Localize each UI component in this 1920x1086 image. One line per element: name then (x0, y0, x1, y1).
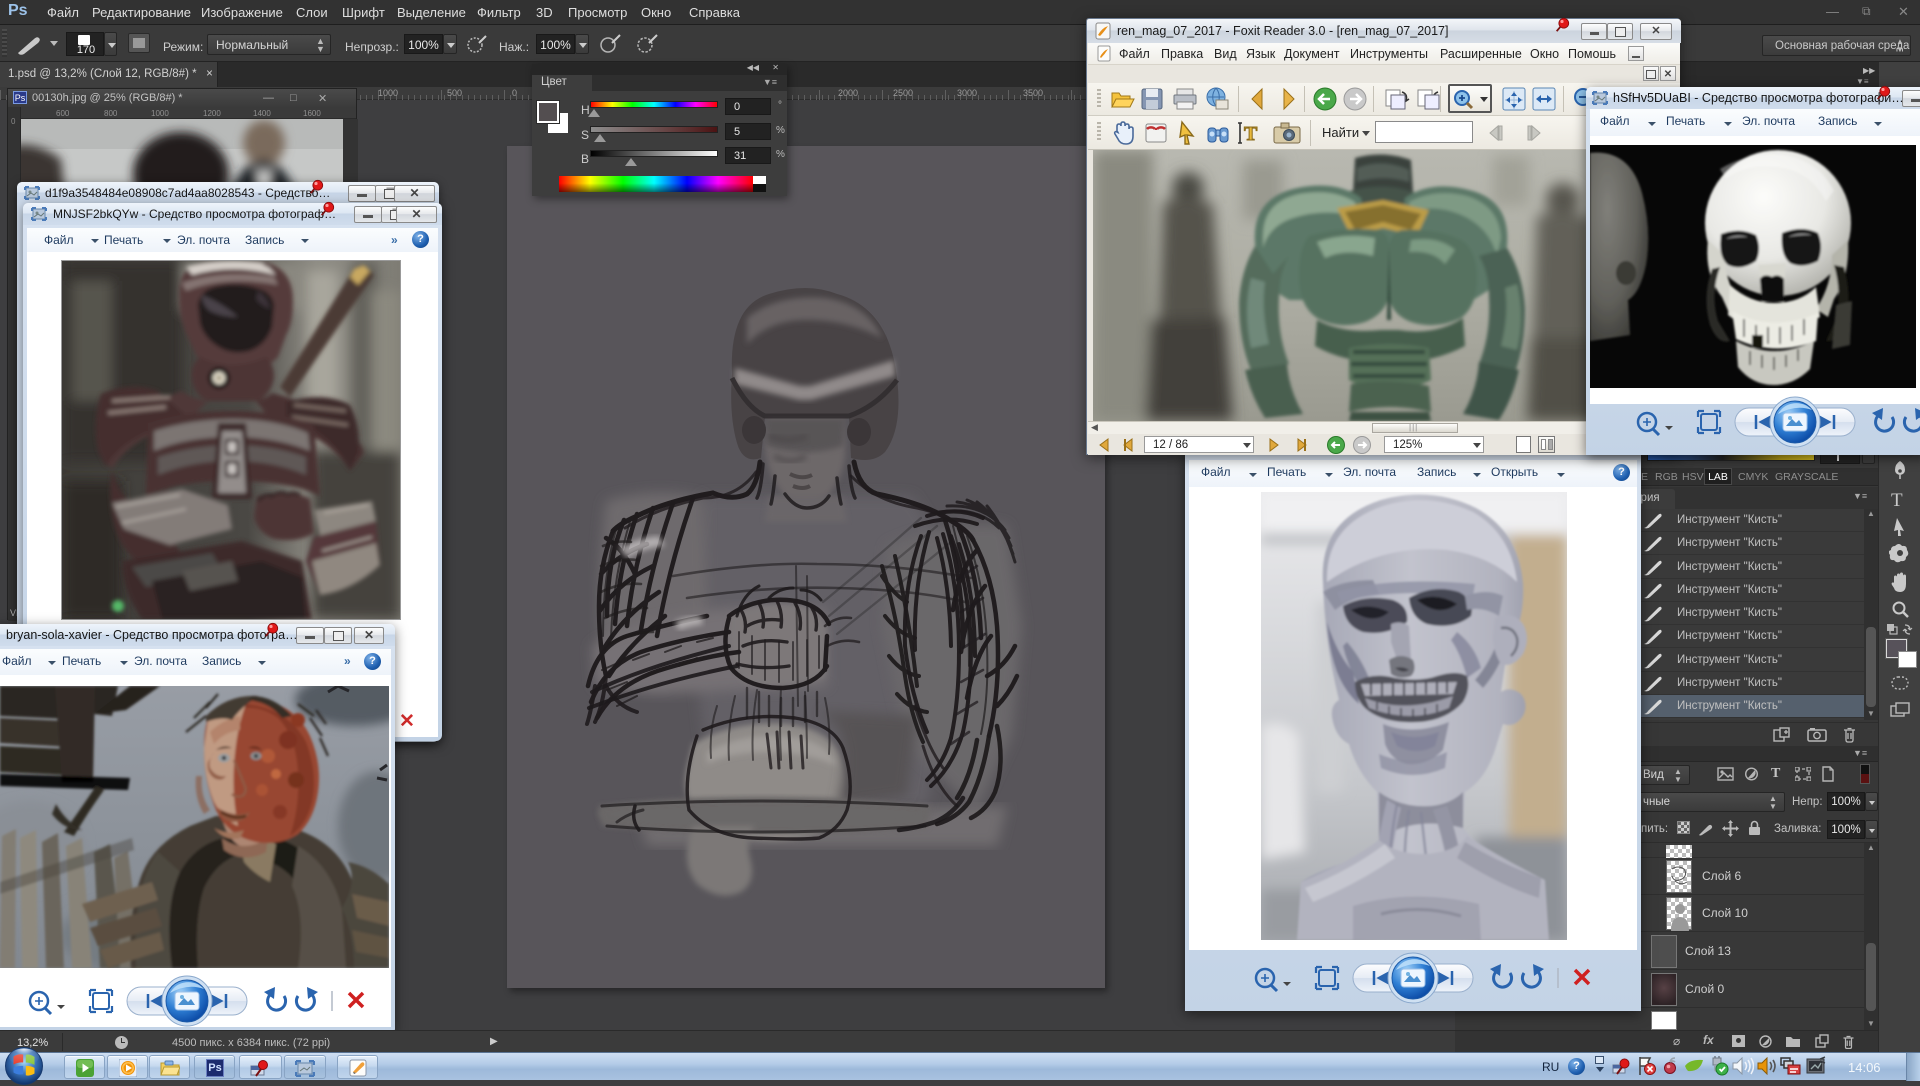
svg-text:T: T (1244, 123, 1258, 145)
